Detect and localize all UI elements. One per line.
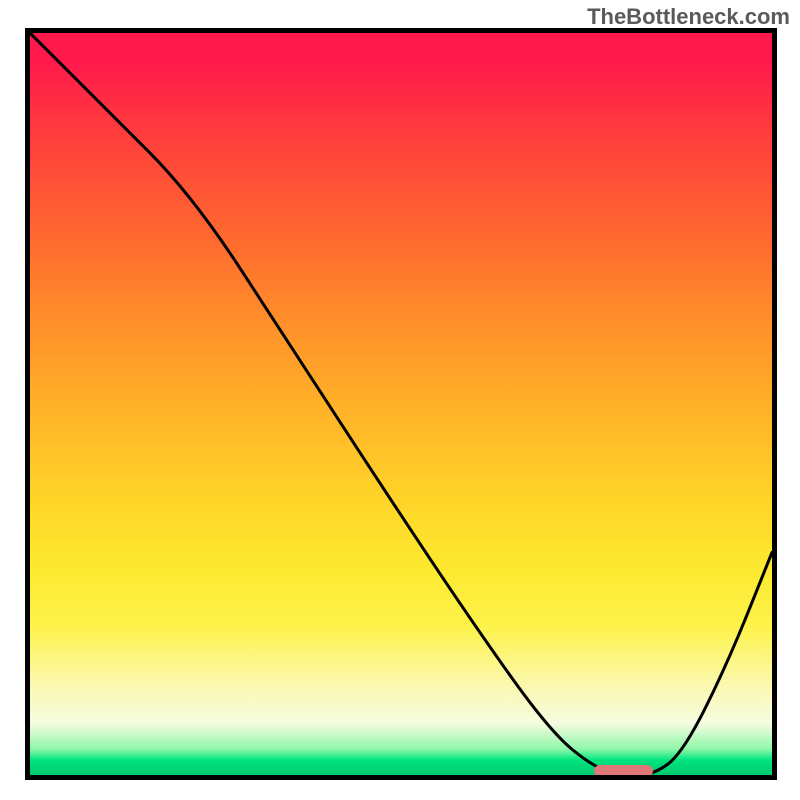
curve-layer xyxy=(30,33,772,775)
bottleneck-curve xyxy=(30,33,772,775)
watermark-text: TheBottleneck.com xyxy=(587,4,790,30)
chart-container: TheBottleneck.com xyxy=(0,0,800,800)
optimal-marker xyxy=(594,765,653,777)
plot-frame xyxy=(25,28,777,780)
